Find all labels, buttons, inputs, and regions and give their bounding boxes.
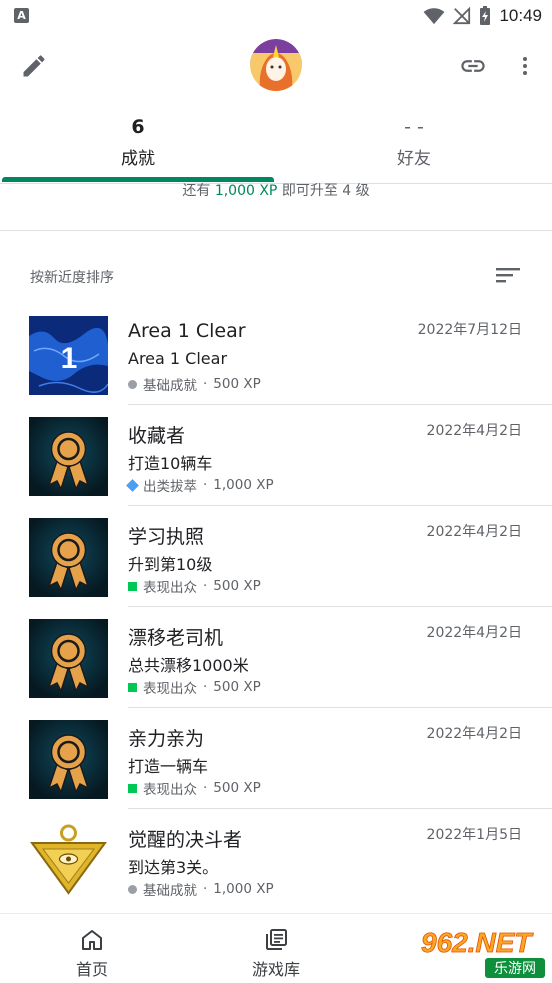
achievement-title: 学习执照 — [128, 526, 205, 548]
sort-label: 按新近度排序 — [30, 270, 114, 286]
xp-progress-text: 还有 1,000 XP 即可升至 4 级 — [182, 183, 370, 199]
achievement-date: 2022年1月5日 — [426, 827, 522, 843]
achievement-item[interactable]: 觉醒的决斗者 2022年1月5日到达第3关。基础成就 · 1,000 XP — [0, 809, 552, 910]
achievement-description: Area 1 Clear — [128, 349, 228, 368]
profile-toolbar — [0, 36, 552, 94]
achievement-title: 收藏者 — [128, 425, 186, 447]
divider — [0, 230, 552, 231]
meta-separator: · — [203, 578, 208, 594]
tab-label: 好友 — [397, 149, 431, 169]
achievement-icon — [29, 821, 108, 900]
site-watermark: 962.NET 乐游网 — [413, 918, 549, 980]
rarity-label: 表现出众 — [143, 782, 197, 798]
achievement-meta: 表现出众 · 500 XP — [128, 576, 261, 596]
achievement-description: 升到第10级 — [128, 555, 213, 574]
achievements-screen: A 10:49 6 成就 - - 好友 还有 1,000 XP 即可升至 4 级… — [0, 0, 552, 983]
achievement-meta: 表现出众 · 500 XP — [128, 778, 261, 798]
library-icon — [266, 929, 287, 950]
achievement-description: 打造一辆车 — [128, 757, 209, 776]
wifi-icon — [424, 8, 445, 25]
achievement-icon: 1 — [29, 316, 108, 395]
achievement-icon — [29, 619, 108, 698]
nav-library[interactable]: 游戏库 — [184, 914, 368, 983]
achievement-date: 2022年7月12日 — [417, 322, 522, 338]
rarity-icon — [128, 884, 137, 894]
meta-separator: · — [203, 477, 208, 493]
achievement-date: 2022年4月2日 — [426, 726, 522, 742]
achievement-item[interactable]: 1 Area 1 Clear 2022年7月12日 Area 1 Clear 基础成就 ·… — [0, 304, 552, 405]
link-icon[interactable] — [458, 52, 488, 80]
xp-value: 1,000 XP — [213, 477, 274, 493]
xp-amount: 1,000 XP — [214, 183, 278, 199]
tab-bar: 6 成就 - - 好友 — [0, 108, 552, 184]
rarity-icon — [128, 581, 137, 591]
nav-home[interactable]: 首页 — [0, 914, 184, 983]
svg-text:乐游网: 乐游网 — [494, 961, 536, 977]
achievement-title: Area 1 Clear — [128, 320, 246, 342]
achievement-meta: 表现出众 · 500 XP — [128, 677, 261, 697]
xp-value: 500 XP — [213, 376, 261, 392]
rarity-label: 基础成就 — [143, 883, 197, 899]
pencil-icon[interactable] — [20, 52, 48, 80]
meta-separator: · — [203, 679, 208, 695]
nav-label: 游戏库 — [251, 960, 300, 979]
tab-label: 成就 — [121, 149, 155, 169]
achievement-item[interactable]: 学习执照 2022年4月2日升到第10级 表现出众 · 500 XP — [0, 506, 552, 607]
home-icon — [82, 930, 102, 950]
tab-achievements[interactable]: 6 成就 — [0, 108, 276, 184]
nav-label: 首页 — [75, 960, 108, 979]
rarity-icon — [128, 682, 137, 692]
no-signal-icon — [453, 7, 471, 25]
more-vert-icon[interactable] — [513, 52, 537, 80]
xp-value: 500 XP — [213, 679, 261, 695]
battery-charging-icon — [480, 6, 491, 25]
svg-text:962.NET: 962.NET — [421, 927, 534, 958]
rarity-label: 表现出众 — [143, 681, 197, 697]
avatar[interactable] — [250, 39, 302, 91]
achievement-item[interactable]: 漂移老司机 2022年4月2日总共漂移1000米表现出众 · 500 XP — [0, 607, 552, 708]
xp-value: 500 XP — [213, 780, 261, 796]
rarity-label: 表现出众 — [143, 580, 197, 596]
achievement-item[interactable]: 收藏者 2022年4月2日打造10辆车 出类拔萃 · 1,000 XP — [0, 405, 552, 506]
rarity-label: 出类拔萃 — [143, 479, 197, 495]
achievement-title: 亲力亲为 — [128, 728, 205, 750]
achievement-meta: 基础成就 · 500 XP — [128, 374, 261, 394]
achievement-icon — [29, 518, 108, 597]
achievement-list: 1 Area 1 Clear 2022年7月12日 Area 1 Clear 基础成就 ·… — [0, 304, 552, 910]
meta-separator: · — [203, 780, 208, 796]
achievement-date: 2022年4月2日 — [426, 423, 522, 439]
achievement-date: 2022年4月2日 — [426, 625, 522, 641]
svg-text:1: 1 — [61, 342, 78, 375]
xp-value: 500 XP — [213, 578, 261, 594]
achievement-meta: 出类拔萃 · 1,000 XP — [126, 475, 274, 495]
rarity-label: 基础成就 — [143, 378, 197, 394]
achievement-date: 2022年4月2日 — [426, 524, 522, 540]
meta-separator: · — [203, 881, 208, 897]
achievement-meta: 基础成就 · 1,000 XP — [128, 879, 274, 899]
sort-icon[interactable] — [496, 265, 520, 285]
status-bar: A 10:49 — [0, 0, 552, 32]
achievement-title: 漂移老司机 — [128, 627, 224, 649]
achievement-icon — [29, 417, 108, 496]
achievement-description: 到达第3关。 — [128, 858, 219, 877]
xp-value: 1,000 XP — [213, 881, 274, 897]
friend-count: - - — [404, 116, 424, 138]
tab-friends[interactable]: - - 好友 — [276, 108, 552, 184]
meta-separator: · — [203, 376, 208, 392]
achievement-description: 总共漂移1000米 — [128, 656, 249, 675]
rarity-icon — [128, 379, 137, 389]
achievement-icon — [29, 720, 108, 799]
notification-icon: A — [14, 8, 29, 23]
rarity-icon — [126, 478, 139, 492]
achievement-item[interactable]: 亲力亲为 2022年4月2日打造一辆车表现出众 · 500 XP — [0, 708, 552, 809]
achievement-description: 打造10辆车 — [128, 454, 213, 473]
rarity-icon — [128, 783, 137, 793]
clock: 10:49 — [499, 6, 542, 25]
achievement-title: 觉醒的决斗者 — [128, 829, 243, 851]
achievement-count: 6 — [131, 116, 145, 138]
